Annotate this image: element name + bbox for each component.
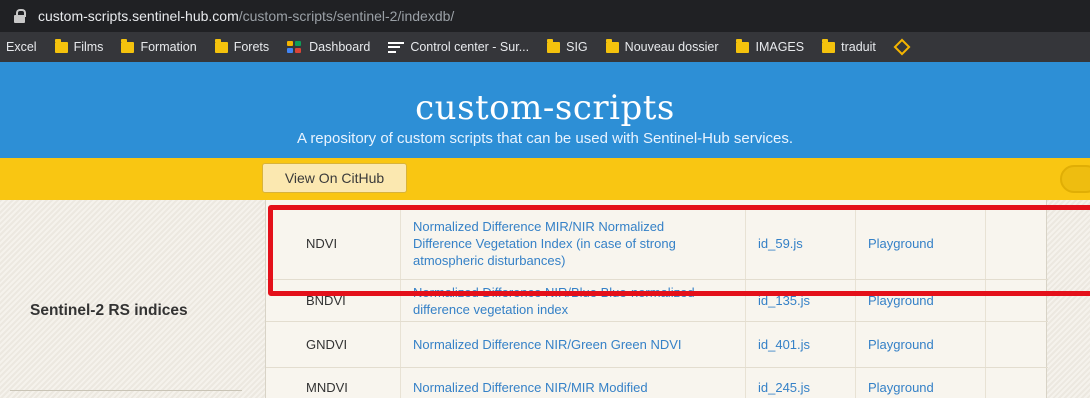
bookmark-label: Dashboard (309, 40, 371, 54)
bookmark-label: IMAGES (755, 40, 805, 54)
empty-cell (986, 368, 1048, 398)
bookmark-label: Forets (233, 40, 270, 54)
bookmark-sig[interactable]: SIG (547, 38, 588, 54)
control-center-icon (388, 41, 405, 53)
bookmark-forets[interactable]: Forets (214, 38, 270, 54)
bookmark-label: Formation (140, 40, 197, 54)
bookmark-images[interactable]: IMAGES (736, 38, 805, 54)
bookmark-label: SIG (566, 40, 588, 54)
content-area: Sentinel-2 RS indices NDVI Normalized Di… (0, 200, 1090, 398)
index-description-link[interactable]: Normalized Difference NIR/MIR Modified (401, 368, 746, 398)
bookmark-label: Excel (6, 40, 37, 54)
folder-icon (736, 38, 750, 53)
bookmark-formation[interactable]: Formation (121, 38, 197, 54)
script-link[interactable]: id_245.js (746, 368, 856, 398)
table-row: NDVI Normalized Difference MIR/NIR Norma… (266, 208, 1048, 280)
view-on-github-button[interactable]: View On CitHub (262, 163, 407, 193)
page-subtitle: A repository of custom scripts that can … (296, 130, 794, 147)
index-name: NDVI (266, 208, 401, 279)
script-link[interactable]: id_59.js (746, 208, 856, 279)
folder-icon (605, 38, 619, 53)
overflow-bookmark-icon[interactable] (893, 38, 911, 56)
bookmark-label: Nouveau dossier (624, 40, 719, 54)
index-name: GNDVI (266, 322, 401, 367)
script-link[interactable]: id_135.js (746, 280, 856, 321)
index-description-link[interactable]: Normalized Difference MIR/NIR Normalized… (401, 208, 746, 279)
url-path: /custom-scripts/sentinel-2/indexdb/ (238, 8, 455, 24)
bookmarks-bar: Excel Films Formation Forets Dashboard C… (0, 32, 1090, 62)
index-name: MNDVI (266, 368, 401, 398)
table-row: GNDVI Normalized Difference NIR/Green Gr… (266, 322, 1048, 368)
folder-icon (547, 38, 561, 53)
folder-icon (214, 38, 228, 53)
bookmark-dashboard[interactable]: Dashboard (287, 40, 370, 54)
page-header: custom-scripts A repository of custom sc… (0, 62, 1090, 158)
playground-link[interactable]: Playground (856, 280, 986, 321)
empty-cell (986, 322, 1048, 367)
empty-cell (986, 208, 1048, 279)
bookmark-label: Films (73, 40, 104, 54)
indices-table: NDVI Normalized Difference MIR/NIR Norma… (265, 200, 1048, 398)
bookmark-films[interactable]: Films (54, 38, 104, 54)
playground-link[interactable]: Playground (856, 208, 986, 279)
script-link[interactable]: id_401.js (746, 322, 856, 367)
bookmark-label: Control center - Sur... (410, 40, 530, 54)
table-row: MNDVI Normalized Difference NIR/MIR Modi… (266, 368, 1048, 398)
lock-icon (14, 9, 26, 23)
folder-icon (121, 38, 135, 53)
bookmark-excel[interactable]: Excel (6, 40, 37, 54)
table-row: BNDVI Normalized Difference NIR/Blue Blu… (266, 280, 1048, 322)
address-bar[interactable]: custom-scripts.sentinel-hub.com/custom-s… (0, 0, 1090, 32)
index-description-link[interactable]: Normalized Difference NIR/Blue Blue-norm… (401, 280, 746, 321)
folder-icon (822, 38, 836, 53)
url-host: custom-scripts.sentinel-hub.com (38, 8, 239, 24)
index-name: BNDVI (266, 280, 401, 321)
page-title: custom-scripts (415, 88, 675, 128)
url-text[interactable]: custom-scripts.sentinel-hub.com/custom-s… (38, 8, 454, 24)
bookmark-label: traduit (841, 40, 876, 54)
bookmark-traduit[interactable]: traduit (822, 38, 876, 54)
divider (10, 390, 242, 391)
folder-icon (54, 38, 68, 53)
bookmark-control-center[interactable]: Control center - Sur... (388, 40, 529, 54)
github-ribbon: View On CitHub (0, 158, 1090, 200)
playground-link[interactable]: Playground (856, 322, 986, 367)
dashboard-icon (287, 40, 303, 54)
section-title: Sentinel-2 RS indices (30, 302, 188, 319)
github-icon[interactable] (1060, 165, 1090, 193)
empty-cell (986, 280, 1048, 321)
playground-link[interactable]: Playground (856, 368, 986, 398)
table-top-strip (266, 200, 1048, 208)
bookmark-nouveau-dossier[interactable]: Nouveau dossier (605, 38, 719, 54)
index-description-link[interactable]: Normalized Difference NIR/Green Green ND… (401, 322, 746, 367)
